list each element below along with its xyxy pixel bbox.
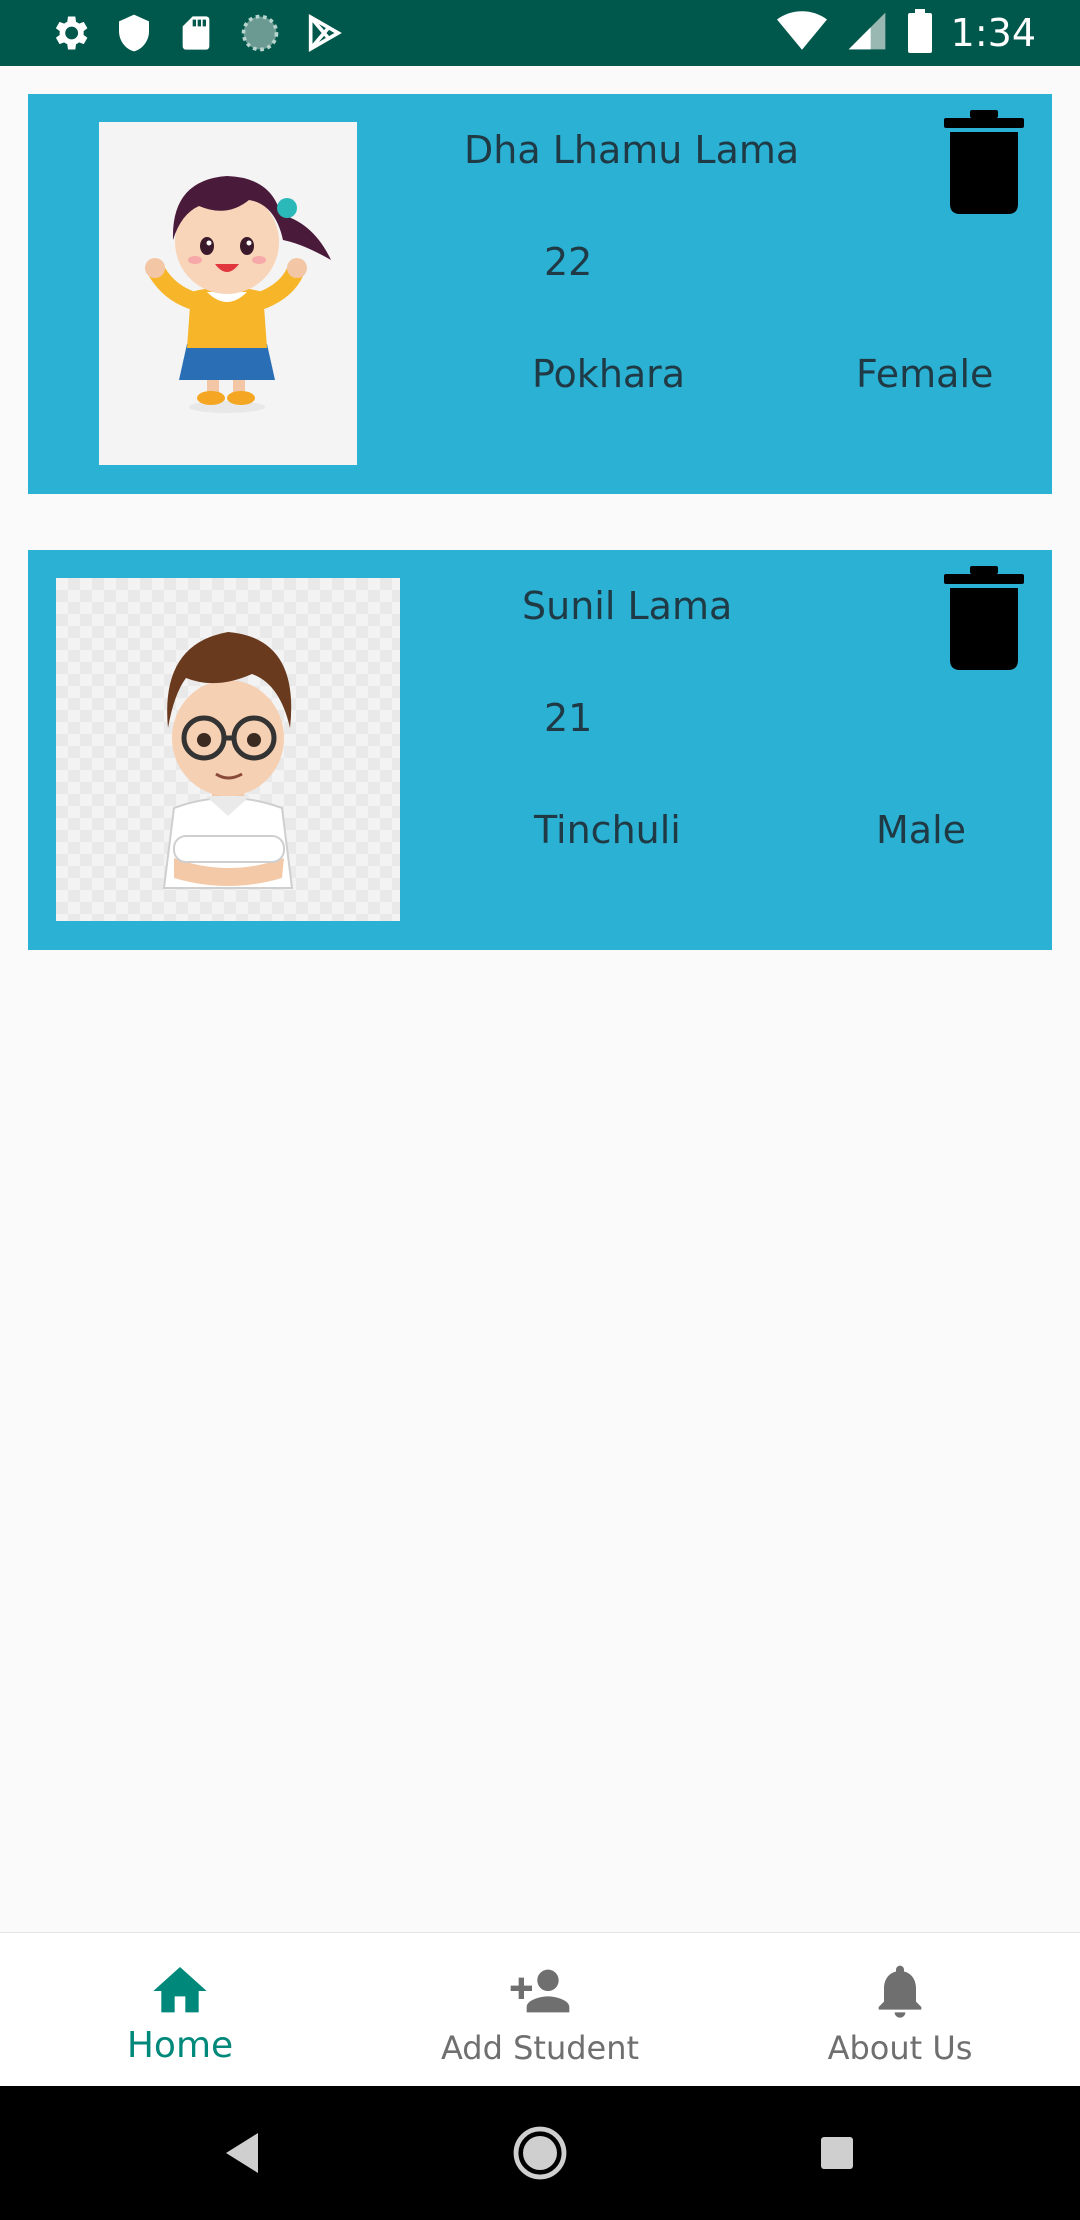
- home-icon: [153, 1967, 207, 2013]
- student-gender: Female: [856, 352, 994, 396]
- back-triangle-icon: [226, 2133, 258, 2173]
- student-age: 22: [544, 240, 593, 284]
- student-card[interactable]: Sunil Lama 21 Tinchuli Male: [28, 550, 1052, 950]
- nav-item-home[interactable]: Home: [0, 1933, 360, 2087]
- recent-apps-button[interactable]: [777, 2086, 897, 2220]
- nav-label: About Us: [827, 2029, 973, 2067]
- student-age: 21: [544, 696, 593, 740]
- status-time: 1:34: [950, 11, 1036, 55]
- system-status: 1:34: [776, 8, 1036, 58]
- student-card[interactable]: Dha Lhamu Lama 22 Pokhara Female: [28, 94, 1052, 494]
- student-city: Pokhara: [532, 352, 686, 396]
- loading-icon: [238, 11, 282, 55]
- home-button[interactable]: [480, 2086, 600, 2220]
- notification-icons: [48, 11, 344, 55]
- play-store-icon: [304, 11, 344, 55]
- recent-square-icon: [821, 2137, 853, 2169]
- shield-icon: [114, 11, 154, 55]
- trash-icon: [944, 110, 1024, 214]
- battery-icon: [907, 9, 933, 57]
- sd-card-icon: [176, 11, 216, 55]
- student-photo: [56, 578, 400, 921]
- student-name: Dha Lhamu Lama: [464, 128, 800, 172]
- student-gender: Male: [876, 808, 967, 852]
- girl-avatar-image: [145, 176, 331, 413]
- bottom-navigation: Home Add Student About Us: [0, 1932, 1080, 2087]
- wifi-icon: [776, 9, 827, 57]
- status-bar: 1:34: [0, 0, 1080, 66]
- home-circle-icon: [513, 2126, 567, 2180]
- add-person-icon: [510, 1969, 570, 2013]
- nav-item-add-student[interactable]: Add Student: [360, 1933, 720, 2087]
- system-navigation-bar: [0, 2086, 1080, 2220]
- delete-button[interactable]: [944, 566, 1024, 670]
- nav-label: Home: [126, 2025, 234, 2066]
- trash-icon: [944, 566, 1024, 670]
- nav-label: Add Student: [440, 2029, 640, 2067]
- student-city: Tinchuli: [534, 808, 681, 852]
- back-button[interactable]: [182, 2086, 302, 2220]
- boy-avatar-image: [162, 632, 294, 889]
- student-name: Sunil Lama: [522, 584, 733, 628]
- delete-button[interactable]: [944, 110, 1024, 214]
- bell-icon: [878, 1965, 922, 2018]
- nav-item-about-us[interactable]: About Us: [720, 1933, 1080, 2087]
- signal-icon: [845, 9, 889, 57]
- gear-icon: [48, 11, 92, 55]
- student-photo: [99, 122, 357, 465]
